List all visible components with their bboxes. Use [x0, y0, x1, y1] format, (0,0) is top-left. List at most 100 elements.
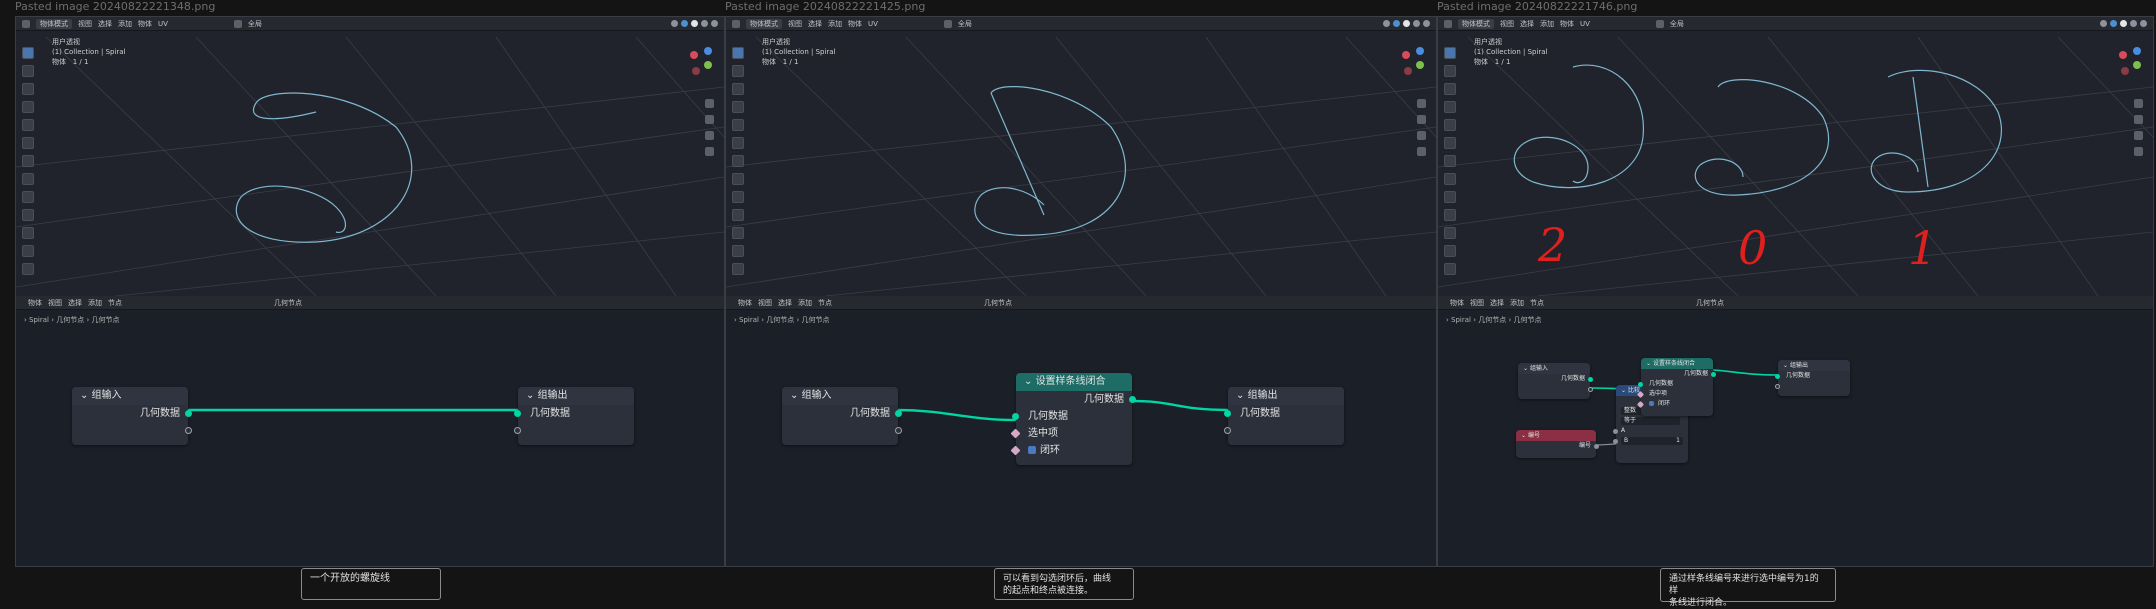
geometry-input-socket[interactable]: [1224, 410, 1231, 417]
xray-icon[interactable]: [2110, 20, 2117, 27]
select-box-tool-icon[interactable]: [1444, 47, 1456, 59]
editor-type-icon[interactable]: [22, 19, 30, 28]
add-cube-tool-icon[interactable]: [22, 191, 34, 203]
camera-icon[interactable]: [1417, 131, 1426, 140]
x-axis-icon[interactable]: [690, 51, 698, 59]
z-axis-icon[interactable]: [2133, 47, 2141, 55]
geometry-input-socket[interactable]: [514, 410, 521, 417]
cyclic-checkbox[interactable]: [1028, 446, 1036, 454]
extrude-tool-icon[interactable]: [732, 227, 744, 239]
geometry-output-socket[interactable]: [1588, 377, 1593, 382]
camera-icon[interactable]: [705, 131, 714, 140]
zoom-icon[interactable]: [705, 99, 714, 108]
b-value-field[interactable]: B1: [1621, 436, 1683, 445]
y-axis-icon[interactable]: [2133, 61, 2141, 69]
menu-uv[interactable]: UV: [1580, 20, 1590, 28]
neg-x-axis-icon[interactable]: [2121, 67, 2129, 75]
draw-tool-icon[interactable]: [732, 209, 744, 221]
cursor-tool-icon[interactable]: [22, 65, 34, 77]
material-shading-icon[interactable]: [701, 20, 708, 27]
3d-viewport[interactable]: 物体模式 视图 选择 添加 物体 UV 全局 用户透视 (1) Collecti…: [726, 17, 1436, 296]
transform-tool-icon[interactable]: [1444, 137, 1456, 149]
move-tool-icon[interactable]: [732, 83, 744, 95]
neg-x-axis-icon[interactable]: [1404, 67, 1412, 75]
grid-toggle-icon[interactable]: [2134, 147, 2143, 156]
radius-tool-icon[interactable]: [1444, 245, 1456, 257]
menu-uv[interactable]: UV: [158, 20, 168, 28]
pan-hand-icon[interactable]: [2134, 115, 2143, 124]
scale-tool-icon[interactable]: [22, 119, 34, 131]
menu-add[interactable]: 添加: [1540, 19, 1554, 29]
measure-tool-icon[interactable]: [732, 173, 744, 185]
editor-type-icon[interactable]: [732, 19, 740, 28]
y-axis-icon[interactable]: [704, 61, 712, 69]
overlay-icon[interactable]: [1383, 20, 1390, 27]
rotate-tool-icon[interactable]: [1444, 101, 1456, 113]
3d-viewport[interactable]: 物体模式 视图 选择 添加 物体 UV 全局 用户透视 (1) Collecti…: [16, 17, 724, 296]
empty-output-socket[interactable]: [185, 427, 192, 434]
cursor-icon[interactable]: [1655, 19, 1664, 28]
annotate-tool-icon[interactable]: [1444, 155, 1456, 167]
transform-orientation[interactable]: 全局: [1670, 19, 1684, 29]
geometry-output-socket[interactable]: [185, 410, 192, 417]
index-node[interactable]: ⌄ 编号 编号: [1516, 430, 1599, 458]
menu-select[interactable]: 选择: [1520, 19, 1534, 29]
solid-shading-icon[interactable]: [1403, 20, 1410, 27]
draw-tool-icon[interactable]: [22, 209, 34, 221]
empty-input-socket[interactable]: [514, 427, 521, 434]
cursor-icon[interactable]: [943, 19, 952, 28]
z-axis-icon[interactable]: [704, 47, 712, 55]
set-spline-cyclic-node[interactable]: ⌄ 设置样条线闭合 几何数据 几何数据 选中项 闭环: [1636, 358, 1716, 416]
solid-shading-icon[interactable]: [691, 20, 698, 27]
xray-icon[interactable]: [681, 20, 688, 27]
select-box-tool-icon[interactable]: [732, 47, 744, 59]
group-output-node[interactable]: ⌄ 组输出 几何数据: [1775, 360, 1850, 396]
measure-tool-icon[interactable]: [22, 173, 34, 185]
cursor-tool-icon[interactable]: [1444, 65, 1456, 77]
mode-dropdown[interactable]: 物体模式: [36, 18, 72, 29]
group-input-node[interactable]: ⌄ 组输入 几何数据: [72, 387, 192, 445]
menu-uv[interactable]: UV: [868, 20, 878, 28]
measure-tool-icon[interactable]: [1444, 173, 1456, 185]
extrude-tool-icon[interactable]: [22, 227, 34, 239]
radius-tool-icon[interactable]: [732, 245, 744, 257]
add-cube-tool-icon[interactable]: [1444, 191, 1456, 203]
group-input-node[interactable]: ⌄ 组输入 几何数据: [1518, 363, 1593, 399]
geometry-output-socket[interactable]: [895, 410, 902, 417]
camera-icon[interactable]: [2134, 131, 2143, 140]
transform-tool-icon[interactable]: [732, 137, 744, 149]
geometry-input-socket[interactable]: [1012, 413, 1019, 420]
menu-view[interactable]: 视图: [788, 19, 802, 29]
group-input-node[interactable]: ⌄ 组输入 几何数据: [782, 387, 902, 445]
rendered-shading-icon[interactable]: [1423, 20, 1430, 27]
scale-tool-icon[interactable]: [732, 119, 744, 131]
menu-select[interactable]: 选择: [808, 19, 822, 29]
annotate-tool-icon[interactable]: [22, 155, 34, 167]
y-axis-icon[interactable]: [1416, 61, 1424, 69]
geometry-output-socket[interactable]: [1711, 372, 1716, 377]
overlay-icon[interactable]: [671, 20, 678, 27]
node-editor[interactable]: 物体 视图 选择 添加 节点 几何节点 › Spiral › 几何节点 › 几何…: [16, 296, 724, 566]
move-tool-icon[interactable]: [1444, 83, 1456, 95]
annotate-tool-icon[interactable]: [732, 155, 744, 167]
menu-object[interactable]: 物体: [1560, 19, 1574, 29]
solid-shading-icon[interactable]: [2120, 20, 2127, 27]
xray-icon[interactable]: [1393, 20, 1400, 27]
grid-toggle-icon[interactable]: [1417, 147, 1426, 156]
geometry-output-socket[interactable]: [1129, 396, 1136, 403]
add-cube-tool-icon[interactable]: [732, 191, 744, 203]
zoom-icon[interactable]: [1417, 99, 1426, 108]
draw-tool-icon[interactable]: [1444, 209, 1456, 221]
group-output-node[interactable]: ⌄ 组输出 几何数据: [514, 387, 634, 445]
move-tool-icon[interactable]: [22, 83, 34, 95]
mode-dropdown[interactable]: 物体模式: [1458, 18, 1494, 29]
operation-dropdown[interactable]: 等于: [1621, 416, 1680, 425]
3d-viewport[interactable]: 2 0 1 物体模式 视图 选择 添加 物体 UV 全局 用户透视 (1) Co…: [1438, 17, 2153, 296]
zoom-icon[interactable]: [2134, 99, 2143, 108]
rendered-shading-icon[interactable]: [2140, 20, 2147, 27]
rendered-shading-icon[interactable]: [711, 20, 718, 27]
overlay-icon[interactable]: [2100, 20, 2107, 27]
z-axis-icon[interactable]: [1416, 47, 1424, 55]
menu-add[interactable]: 添加: [118, 19, 132, 29]
x-axis-icon[interactable]: [1402, 51, 1410, 59]
